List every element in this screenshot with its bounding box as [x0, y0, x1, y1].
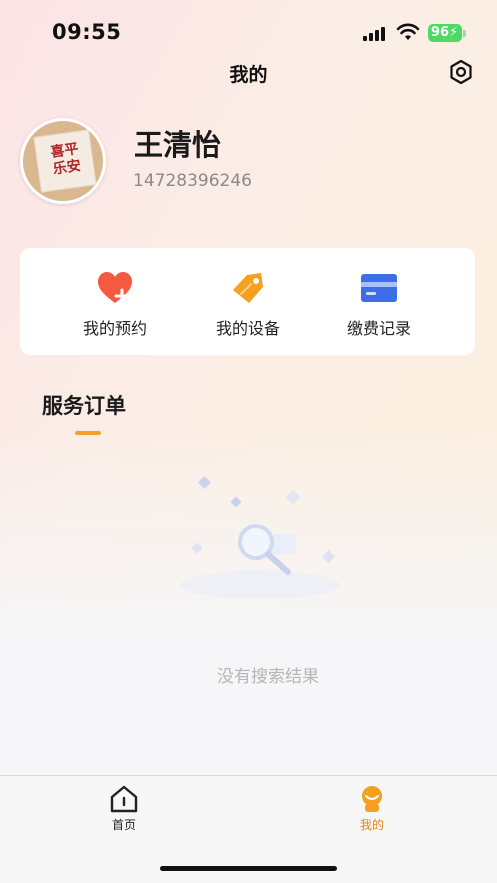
battery-level: 96 — [431, 25, 450, 40]
profile-name: 王清怡 — [134, 128, 222, 162]
empty-state-text: 没有搜索结果 — [217, 667, 319, 687]
tag-icon — [233, 273, 263, 303]
payment-records-label: 缴费记录 — [346, 319, 411, 338]
my-appointments-label: 我的预约 — [82, 319, 147, 338]
payment-records-button[interactable]: 缴费记录 — [319, 248, 439, 355]
heart-plus-icon — [98, 272, 132, 304]
avatar[interactable]: 喜平 乐安 — [20, 118, 106, 204]
home-indicator — [160, 866, 337, 871]
service-orders-tab[interactable]: 服务订单 — [42, 390, 126, 420]
my-devices-button[interactable]: 我的设备 — [188, 248, 308, 355]
active-tab-indicator — [75, 431, 101, 435]
tab-home-label: 首页 — [111, 818, 136, 832]
my-appointments-button[interactable]: 我的预约 — [55, 248, 175, 355]
card-icon — [361, 274, 397, 302]
tab-profile-label: 我的 — [359, 818, 384, 832]
status-time: 09:55 — [52, 20, 122, 44]
seal-image: 喜平 乐安 — [49, 141, 82, 178]
battery-cap — [463, 30, 466, 37]
tab-profile[interactable]: 我的 — [332, 784, 412, 833]
empty-search-illustration — [180, 476, 340, 599]
battery-icon: 96⚡ — [428, 24, 462, 42]
home-icon — [110, 785, 138, 813]
tab-home[interactable]: 首页 — [84, 784, 164, 833]
my-devices-label: 我的设备 — [215, 319, 280, 338]
profile-phone: 14728396246 — [133, 171, 252, 191]
profile-icon — [362, 786, 382, 812]
settings-icon[interactable] — [447, 58, 475, 86]
wifi-icon — [396, 23, 420, 40]
avatar-image: 喜平 乐安 — [33, 129, 97, 193]
page-title: 我的 — [229, 64, 268, 86]
quick-actions-card: 我的预约 我的设备 缴费记录 — [20, 248, 475, 355]
status-bar: 09:55 96⚡ — [0, 0, 497, 60]
signal-icon — [363, 26, 387, 41]
